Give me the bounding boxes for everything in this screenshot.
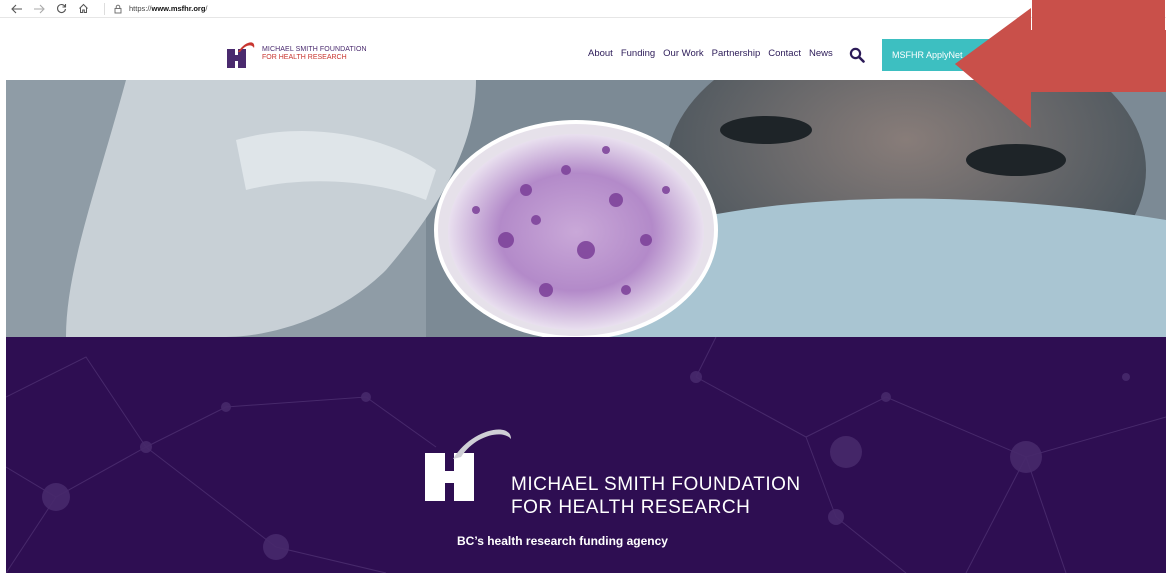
annotation-arrow-icon — [955, 0, 1166, 128]
banner-title-line-2: FOR HEALTH RESEARCH — [511, 497, 751, 518]
hero-banner: MICHAEL SMITH FOUNDATION FOR HEALTH RESE… — [6, 337, 1166, 573]
address-bar[interactable]: https://www.msfhr.org/ — [104, 2, 208, 16]
refresh-button[interactable] — [50, 0, 72, 18]
url-path: / — [205, 4, 208, 13]
logo-line-2: FOR HEALTH RESEARCH — [262, 54, 347, 61]
banner-title-line-1: MICHAEL SMITH FOUNDATION — [511, 474, 801, 495]
home-icon — [78, 3, 88, 13]
nav-news[interactable]: News — [809, 48, 833, 59]
msfhr-banner-logo-icon — [425, 429, 511, 501]
banner-tagline: BC’s health research funding agency — [457, 534, 668, 548]
logo-line-1: MICHAEL SMITH FOUNDATION — [262, 46, 367, 53]
url-text: https://www.msfhr.org/ — [129, 4, 208, 13]
search-icon[interactable] — [849, 47, 865, 63]
home-button[interactable] — [72, 0, 94, 18]
main-navigation: About Funding Our Work Partnership Conta… — [588, 48, 841, 59]
forward-button[interactable] — [28, 0, 50, 18]
lock-icon — [114, 4, 122, 13]
nav-funding[interactable]: Funding — [621, 48, 655, 59]
arrow-right-icon — [34, 4, 45, 13]
msfhr-logo-icon — [227, 42, 255, 68]
back-button[interactable] — [6, 0, 28, 18]
nav-contact[interactable]: Contact — [768, 48, 801, 59]
nav-our-work[interactable]: Our Work — [663, 48, 703, 59]
nav-about[interactable]: About — [588, 48, 613, 59]
url-host: www.msfhr.org — [151, 4, 206, 13]
arrow-left-icon — [11, 4, 22, 13]
nav-partnership[interactable]: Partnership — [712, 48, 761, 59]
url-prefix: https:// — [129, 4, 152, 13]
logo-text: MICHAEL SMITH FOUNDATION FOR HEALTH RESE… — [262, 46, 367, 62]
address-divider — [104, 2, 105, 15]
site-logo[interactable]: MICHAEL SMITH FOUNDATION FOR HEALTH RESE… — [224, 38, 367, 70]
refresh-icon — [56, 3, 66, 13]
